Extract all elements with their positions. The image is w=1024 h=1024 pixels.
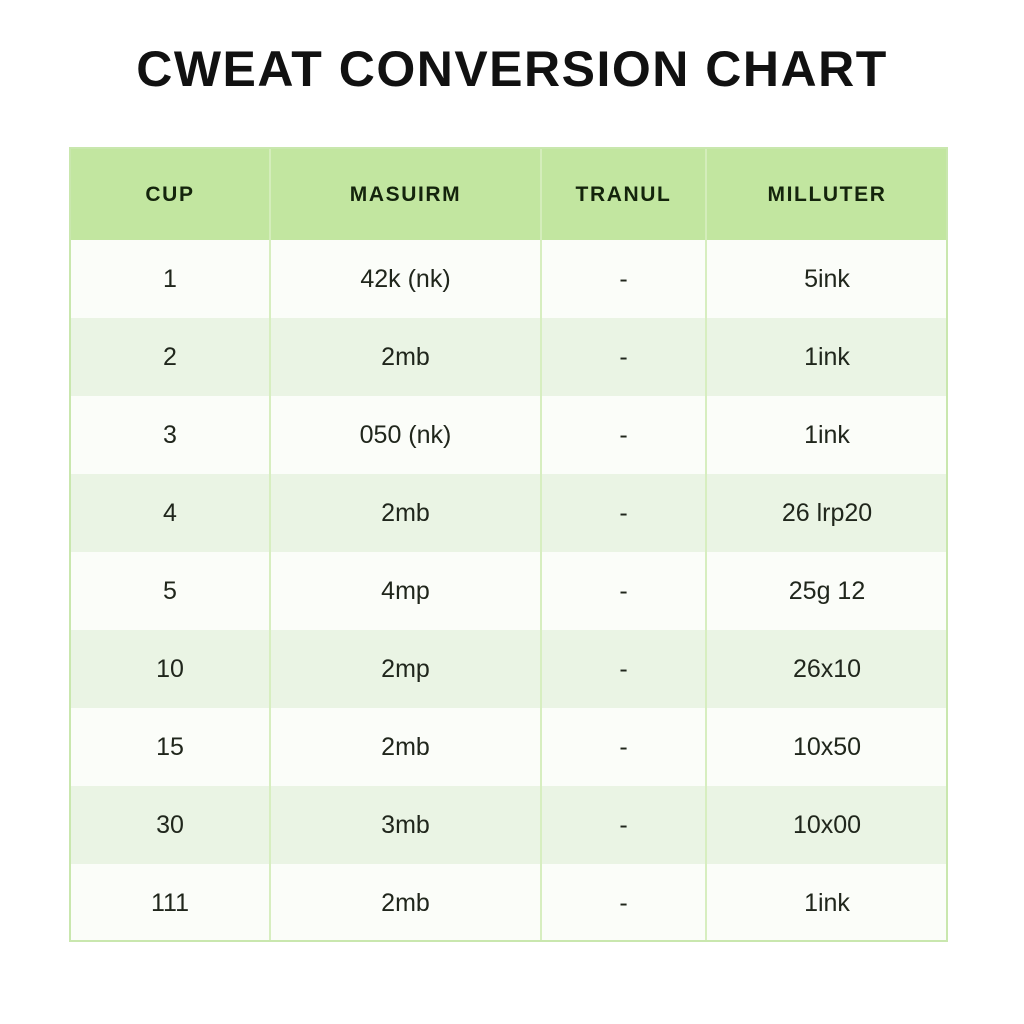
column-header-cup: CUP — [71, 149, 271, 240]
table-row: 1 42k (nk) -5ink — [71, 240, 946, 318]
cell-cup: 4 — [71, 474, 271, 552]
column-header-tranul: TRANUL — [541, 149, 707, 240]
cell-cup: 111 — [71, 864, 271, 940]
cell-cup: 10 — [71, 630, 271, 708]
cell-cup: 1 — [71, 240, 271, 318]
cell-cup: 3 — [71, 396, 271, 474]
cell-masuirm: 42k (nk) — [270, 240, 542, 318]
cell-milluter: 1ink — [706, 396, 946, 474]
table-row: 15 2mb -10x50 — [71, 708, 946, 786]
table-row: 5 4mp -25g 12 — [71, 552, 946, 630]
cell-milluter: 5ink — [706, 240, 946, 318]
table-row: 10 2mp -26x10 — [71, 630, 946, 708]
cell-masuirm: 2mp — [270, 630, 542, 708]
table-row: 4 2mb -26 lrp20 — [71, 474, 946, 552]
cell-tranul: - — [541, 864, 707, 940]
conversion-table: CUP MASUIRM TRANUL MILLUTER 1 42k (nk) -5i… — [71, 149, 946, 940]
cell-milluter: 26x10 — [706, 630, 946, 708]
cell-tranul: - — [541, 318, 707, 396]
cell-cup: 2 — [71, 318, 271, 396]
cell-cup: 5 — [71, 552, 271, 630]
cell-cup: 30 — [71, 786, 271, 864]
page-title: CWEAT CONVERSION CHART — [136, 41, 888, 97]
cell-milluter: 25g 12 — [706, 552, 946, 630]
table-row: 30 3mb -10x00 — [71, 786, 946, 864]
cell-milluter: 26 lrp20 — [706, 474, 946, 552]
table-row: 111 2mb -1ink — [71, 864, 946, 940]
column-header-milluter: MILLUTER — [706, 149, 946, 240]
cell-masuirm: 2mb — [270, 318, 542, 396]
table-header: CUP MASUIRM TRANUL MILLUTER — [71, 149, 946, 240]
cell-tranul: - — [541, 474, 707, 552]
conversion-chart-page: CWEAT CONVERSION CHART CUP MASUIRM TRANU… — [0, 0, 1024, 1024]
cell-tranul: - — [541, 708, 707, 786]
table-header-row: CUP MASUIRM TRANUL MILLUTER — [71, 149, 946, 240]
table-row: 2 2mb -1ink — [71, 318, 946, 396]
cell-masuirm: 2mb — [270, 864, 542, 940]
table-body: 1 42k (nk) -5ink 2 2mb -1ink 3 050 (nk) -1ink 4 2m… — [71, 240, 946, 940]
cell-milluter: 1ink — [706, 864, 946, 940]
conversion-table-container: CUP MASUIRM TRANUL MILLUTER 1 42k (nk) -5i… — [69, 147, 948, 942]
cell-masuirm: 4mp — [270, 552, 542, 630]
table-row: 3 050 (nk) -1ink — [71, 396, 946, 474]
cell-masuirm: 3mb — [270, 786, 542, 864]
cell-tranul: - — [541, 786, 707, 864]
cell-tranul: - — [541, 396, 707, 474]
cell-milluter: 1ink — [706, 318, 946, 396]
cell-milluter: 10x50 — [706, 708, 946, 786]
cell-tranul: - — [541, 630, 707, 708]
cell-masuirm: 2mb — [270, 708, 542, 786]
cell-cup: 15 — [71, 708, 271, 786]
cell-masuirm: 2mb — [270, 474, 542, 552]
column-header-masuirm: MASUIRM — [270, 149, 542, 240]
cell-tranul: - — [541, 552, 707, 630]
cell-milluter: 10x00 — [706, 786, 946, 864]
cell-masuirm: 050 (nk) — [270, 396, 542, 474]
cell-tranul: - — [541, 240, 707, 318]
